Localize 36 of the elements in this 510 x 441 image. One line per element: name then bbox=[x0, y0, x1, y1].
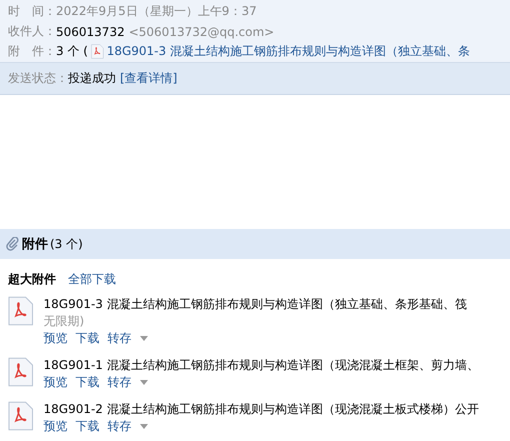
file-action-link[interactable]: 预览 bbox=[44, 374, 68, 391]
field-value: 2022年9月5日（星期一）上午9：37 bbox=[56, 3, 257, 20]
status-value: 投递成功 bbox=[68, 70, 116, 87]
file-action-link[interactable]: 转存 bbox=[108, 330, 132, 347]
group-label: 超大附件 bbox=[8, 271, 56, 288]
file-name: 18G901-2 混凝土结构施工钢筋排布规则与构造详图（现浇混凝土板式楼梯）公开 bbox=[44, 401, 479, 418]
pdf-file-icon bbox=[8, 401, 34, 431]
file-action-link[interactable]: 预览 bbox=[44, 330, 68, 347]
details-link[interactable]: [查看详情] bbox=[120, 70, 178, 87]
pdf-file-icon bbox=[8, 357, 34, 387]
expiry-note: 无限期) bbox=[44, 313, 86, 330]
paperclip-icon bbox=[6, 237, 20, 251]
pdf-file-icon bbox=[8, 296, 34, 326]
attachment-count: (3 个) bbox=[50, 236, 83, 252]
field-value: 3 个 ( bbox=[56, 43, 88, 60]
file-action-link[interactable]: 下载 bbox=[76, 374, 100, 391]
email-address: <506013732@qq.com> bbox=[128, 24, 274, 38]
file-action-link[interactable]: 下载 bbox=[76, 418, 100, 435]
pdf-file-icon bbox=[90, 44, 104, 59]
caret-icon[interactable] bbox=[140, 380, 148, 385]
download-all-link[interactable]: 全部下载 bbox=[68, 271, 116, 288]
file-action-link[interactable]: 预览 bbox=[44, 418, 68, 435]
field-label: 时 间： bbox=[8, 3, 56, 20]
attachment-link[interactable]: 18G901-3 混凝土结构施工钢筋排布规则与构造详图（独立基础、条 bbox=[106, 43, 470, 60]
file-name: 18G901-1 混凝土结构施工钢筋排布规则与构造详图（现浇混凝土框架、剪力墙、 bbox=[44, 357, 479, 374]
field-label: 附 件： bbox=[8, 43, 56, 60]
field-value: 506013732 bbox=[56, 24, 125, 38]
attachments-title: 附件 bbox=[22, 236, 48, 253]
status-label: 发送状态： bbox=[8, 70, 68, 87]
caret-icon[interactable] bbox=[140, 424, 148, 429]
file-name: 18G901-3 混凝土结构施工钢筋排布规则与构造详图（独立基础、条形基础、筏 bbox=[44, 296, 467, 313]
file-action-link[interactable]: 转存 bbox=[108, 418, 132, 435]
file-action-link[interactable]: 转存 bbox=[108, 374, 132, 391]
caret-icon[interactable] bbox=[140, 336, 148, 341]
field-label: 收件人： bbox=[8, 23, 56, 40]
file-action-link[interactable]: 下载 bbox=[76, 330, 100, 347]
